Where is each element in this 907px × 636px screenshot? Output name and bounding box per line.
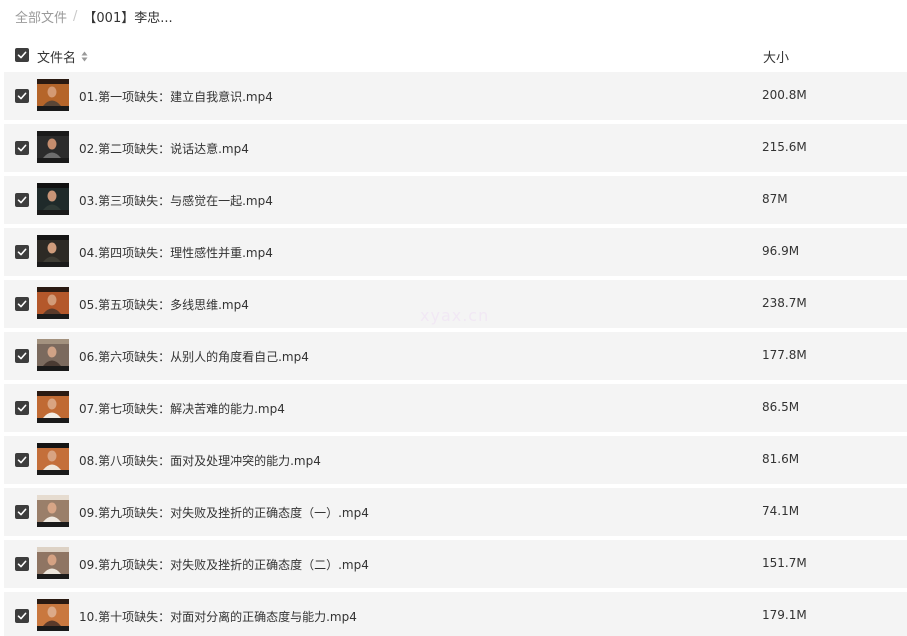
checkmark-icon [17,456,27,464]
checkmark-icon [17,248,27,256]
checkmark-icon [17,612,27,620]
file-size: 179.1M [762,608,807,622]
file-row[interactable]: 08.第八项缺失：面对及处理冲突的能力.mp4 81.6M [4,436,907,484]
file-row[interactable]: 07.第七项缺失：解决苦难的能力.mp4 86.5M [4,384,907,432]
file-size: 74.1M [762,504,800,518]
video-thumbnail-image [37,443,69,475]
file-size: 215.6M [762,140,807,154]
video-thumbnail-image [37,495,69,527]
video-thumbnail[interactable] [37,79,69,111]
video-thumbnail[interactable] [37,495,69,527]
file-size: 81.6M [762,452,800,466]
file-row[interactable]: 09.第九项缺失：对失败及挫折的正确态度（一）.mp4 74.1M [4,488,907,536]
checkmark-icon [17,508,27,516]
file-name-link[interactable]: 09.第九项缺失：对失败及挫折的正确态度（一）.mp4 [79,504,369,521]
file-checkbox[interactable] [15,193,29,207]
video-thumbnail[interactable] [37,443,69,475]
file-checkbox[interactable] [15,89,29,103]
file-list-header: 文件名 大小 [0,40,907,70]
checkmark-icon [17,352,27,360]
file-name-link[interactable]: 06.第六项缺失：从别人的角度看自己.mp4 [79,348,309,365]
checkmark-icon [17,51,27,59]
file-checkbox[interactable] [15,505,29,519]
file-size: 86.5M [762,400,800,414]
video-thumbnail-image [37,183,69,215]
video-thumbnail[interactable] [37,235,69,267]
checkmark-icon [17,404,27,412]
file-size: 151.7M [762,556,807,570]
video-thumbnail-image [37,391,69,423]
file-name-link[interactable]: 02.第二项缺失：说话达意.mp4 [79,140,249,157]
file-checkbox[interactable] [15,297,29,311]
file-checkbox[interactable] [15,557,29,571]
file-name-link[interactable]: 04.第四项缺失：理性感性并重.mp4 [79,244,273,261]
checkmark-icon [17,92,27,100]
breadcrumb-separator: / [73,8,78,24]
video-thumbnail[interactable] [37,391,69,423]
checkmark-icon [17,144,27,152]
file-size: 238.7M [762,296,807,310]
video-thumbnail[interactable] [37,287,69,319]
video-thumbnail-image [37,235,69,267]
file-name-link[interactable]: 10.第十项缺失：对面对分离的正确态度与能力.mp4 [79,608,357,625]
video-thumbnail[interactable] [37,547,69,579]
video-thumbnail[interactable] [37,339,69,371]
video-thumbnail-image [37,287,69,319]
video-thumbnail[interactable] [37,183,69,215]
file-size: 200.8M [762,88,807,102]
breadcrumb-current-folder: 【001】李忠... [83,10,173,26]
checkmark-icon [17,196,27,204]
file-row[interactable]: 02.第二项缺失：说话达意.mp4 215.6M [4,124,907,172]
file-name-link[interactable]: 03.第三项缺失：与感觉在一起.mp4 [79,192,273,209]
file-row[interactable]: 01.第一项缺失：建立自我意识.mp4 200.8M [4,72,907,120]
file-name-link[interactable]: 05.第五项缺失：多线思维.mp4 [79,296,249,313]
file-row[interactable]: 09.第九项缺失：对失败及挫折的正确态度（二）.mp4 151.7M [4,540,907,588]
video-thumbnail-image [37,131,69,163]
file-row[interactable]: 10.第十项缺失：对面对分离的正确态度与能力.mp4 179.1M [4,592,907,636]
file-size: 96.9M [762,244,800,258]
file-checkbox[interactable] [15,609,29,623]
watermark-text: xyax.cn [420,306,490,325]
file-list: 01.第一项缺失：建立自我意识.mp4 200.8M 02.第二项缺失：说话达意.m… [4,72,907,636]
select-all-checkbox[interactable] [15,48,29,62]
file-checkbox[interactable] [15,349,29,363]
video-thumbnail-image [37,547,69,579]
breadcrumb: 全部文件 / 【001】李忠... [15,6,173,26]
checkmark-icon [17,300,27,308]
file-checkbox[interactable] [15,141,29,155]
breadcrumb-root-link[interactable]: 全部文件 [15,7,67,26]
file-name-link[interactable]: 01.第一项缺失：建立自我意识.mp4 [79,88,273,105]
column-header-size[interactable]: 大小 [763,47,789,66]
video-thumbnail-image [37,79,69,111]
file-row[interactable]: 06.第六项缺失：从别人的角度看自己.mp4 177.8M [4,332,907,380]
video-thumbnail-image [37,339,69,371]
video-thumbnail-image [37,599,69,631]
column-header-name[interactable]: 文件名 [37,47,88,66]
file-checkbox[interactable] [15,401,29,415]
checkmark-icon [17,560,27,568]
file-name-link[interactable]: 09.第九项缺失：对失败及挫折的正确态度（二）.mp4 [79,556,369,573]
file-row[interactable]: 03.第三项缺失：与感觉在一起.mp4 87M [4,176,907,224]
file-row[interactable]: 04.第四项缺失：理性感性并重.mp4 96.9M [4,228,907,276]
column-header-name-label: 文件名 [37,51,77,66]
file-checkbox[interactable] [15,245,29,259]
sort-icon[interactable] [81,51,88,62]
video-thumbnail[interactable] [37,131,69,163]
video-thumbnail[interactable] [37,599,69,631]
file-name-link[interactable]: 08.第八项缺失：面对及处理冲突的能力.mp4 [79,452,321,469]
file-checkbox[interactable] [15,453,29,467]
file-name-link[interactable]: 07.第七项缺失：解决苦难的能力.mp4 [79,400,285,417]
file-size: 177.8M [762,348,807,362]
file-size: 87M [762,192,788,206]
